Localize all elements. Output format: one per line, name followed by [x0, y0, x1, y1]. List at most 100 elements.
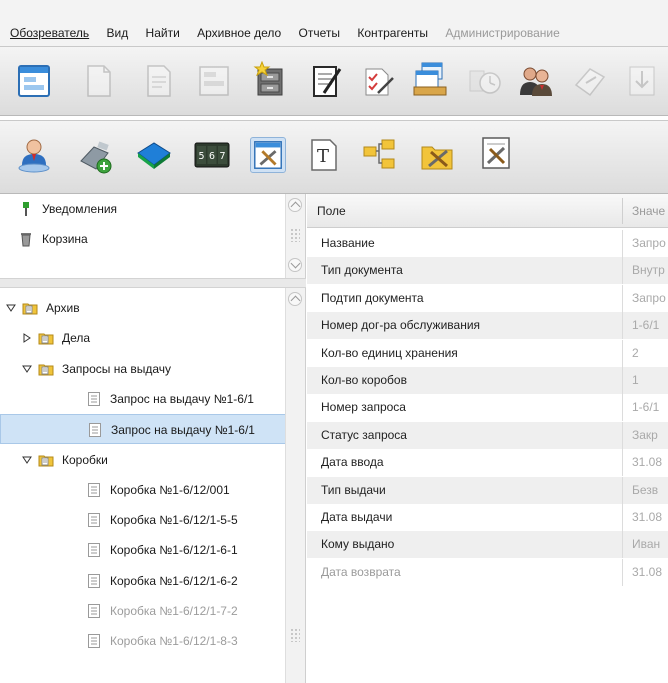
- scroll-grip-icon[interactable]: [290, 628, 300, 642]
- cell-separator: [622, 531, 623, 558]
- tree-item-label: Архив: [46, 301, 80, 315]
- tree-item[interactable]: Запросы на выдачу: [0, 354, 286, 384]
- top-pane-scrollbar[interactable]: [285, 194, 305, 278]
- pane-splitter[interactable]: [0, 278, 306, 288]
- field-value-cell[interactable]: 1-6/1: [632, 394, 659, 421]
- expand-caret-icon[interactable]: [6, 303, 16, 313]
- counter-digit: 7: [219, 151, 225, 162]
- menu-item-administration[interactable]: Администрирование: [445, 26, 559, 40]
- pin-icon: [18, 201, 34, 217]
- field-value-cell[interactable]: 2: [632, 340, 639, 367]
- tree-item-label: Запрос на выдачу №1-6/1: [111, 423, 255, 437]
- tree-item[interactable]: Дела: [0, 323, 286, 353]
- document-form-button[interactable]: [196, 63, 232, 99]
- table-row[interactable]: Название Запро: [307, 230, 668, 257]
- table-row[interactable]: Кол-во единиц хранения 2: [307, 340, 668, 367]
- download-button[interactable]: [624, 63, 660, 99]
- folder-tools-button[interactable]: [420, 137, 456, 173]
- document-lines-icon: [86, 633, 102, 649]
- table-row[interactable]: Номер запроса 1-6/1: [307, 394, 668, 421]
- menu-item-counterparties[interactable]: Контрагенты: [357, 26, 428, 40]
- tree-item[interactable]: Архив: [0, 293, 286, 323]
- table-row[interactable]: Кому выдано Иван: [307, 531, 668, 558]
- menu-item-find[interactable]: Найти: [146, 26, 180, 40]
- scroll-down-icon[interactable]: [288, 258, 302, 272]
- checklist-button[interactable]: [360, 63, 396, 99]
- tree-item[interactable]: Запрос на выдачу №1-6/1: [0, 384, 286, 414]
- scroll-up-icon[interactable]: [288, 292, 302, 306]
- column-header-field[interactable]: Поле: [317, 204, 346, 218]
- field-value-cell[interactable]: Внутр: [632, 257, 665, 284]
- scroll-up-icon[interactable]: [288, 198, 302, 212]
- counter-button[interactable]: 5 6 7: [194, 137, 230, 173]
- form-window-button[interactable]: [16, 63, 52, 99]
- document-tools-button[interactable]: [478, 135, 514, 171]
- text-template-button[interactable]: T: [306, 137, 342, 173]
- field-value-cell[interactable]: Безв: [632, 477, 658, 504]
- counter-icon: 5 6 7: [194, 142, 230, 168]
- tree-item[interactable]: Коробка №1-6/12/1-7-2: [0, 596, 286, 626]
- archive-cabinet-new-icon: [253, 61, 283, 96]
- field-value-cell[interactable]: 31.08: [632, 559, 662, 586]
- tree-item-label: Запрос на выдачу №1-6/1: [110, 392, 254, 406]
- folder-tree-button[interactable]: [362, 137, 398, 173]
- cell-separator: [622, 394, 623, 421]
- column-header-value[interactable]: Значе: [632, 204, 665, 218]
- field-value-cell[interactable]: 1-6/1: [632, 312, 659, 339]
- tree-item[interactable]: Коробка №1-6/12/1-6-2: [0, 566, 286, 596]
- menu-item-browser[interactable]: Обозреватель: [10, 26, 89, 40]
- expand-caret-icon[interactable]: [22, 455, 32, 465]
- table-row[interactable]: Подтип документа Запро: [307, 285, 668, 312]
- tree-item[interactable]: Запрос на выдачу №1-6/1: [0, 414, 286, 444]
- notepad-button[interactable]: [308, 63, 344, 99]
- user-badge-icon: [18, 139, 50, 173]
- scroll-grip-icon[interactable]: [290, 228, 300, 242]
- tree-item[interactable]: Коробка №1-6/12/001: [0, 475, 286, 505]
- menu-item-archive-work[interactable]: Архивное дело: [197, 26, 281, 40]
- forward-button[interactable]: [572, 63, 608, 99]
- field-value-cell[interactable]: Иван: [632, 531, 660, 558]
- field-name-cell: Статус запроса: [321, 428, 407, 442]
- tree-item[interactable]: Коробки: [0, 445, 286, 475]
- menu-item-view[interactable]: Вид: [106, 26, 128, 40]
- edit-document-button[interactable]: [140, 63, 176, 99]
- archive-cabinet-button[interactable]: [252, 61, 288, 97]
- table-row[interactable]: Дата выдачи 31.08: [307, 504, 668, 531]
- new-document-button[interactable]: [80, 63, 116, 99]
- table-row[interactable]: Статус запроса Закр: [307, 422, 668, 449]
- field-value-cell[interactable]: Запро: [632, 285, 666, 312]
- table-row[interactable]: Кол-во коробов 1: [307, 367, 668, 394]
- field-value-cell[interactable]: 31.08: [632, 504, 662, 531]
- field-value-cell[interactable]: Запро: [632, 230, 666, 257]
- tree-item[interactable]: Коробка №1-6/12/1-5-5: [0, 505, 286, 535]
- user-badge-button[interactable]: [16, 137, 52, 173]
- schedule-button[interactable]: [466, 63, 502, 99]
- tree-scrollbar[interactable]: [285, 288, 305, 683]
- column-separator[interactable]: [622, 198, 623, 224]
- table-row[interactable]: Тип документа Внутр: [307, 257, 668, 284]
- users-button[interactable]: [518, 63, 554, 99]
- books-button[interactable]: [136, 137, 172, 173]
- menu-item-reports[interactable]: Отчеты: [299, 26, 340, 40]
- field-value-cell[interactable]: 1: [632, 367, 639, 394]
- books-icon: [137, 142, 171, 169]
- tree-item[interactable]: Коробка №1-6/12/1-8-3: [0, 626, 286, 656]
- tree-item-trash[interactable]: Корзина: [0, 224, 286, 254]
- collapse-caret-icon[interactable]: [22, 333, 32, 343]
- cell-separator: [622, 312, 623, 339]
- table-row[interactable]: Дата возврата 31.08: [307, 559, 668, 586]
- table-row[interactable]: Тип выдачи Безв: [307, 477, 668, 504]
- blank-document-icon: [87, 65, 111, 97]
- field-value-cell[interactable]: Закр: [632, 422, 658, 449]
- field-name-cell: Дата выдачи: [321, 510, 393, 524]
- tree-item-notifications[interactable]: Уведомления: [0, 194, 286, 224]
- connector-button[interactable]: [78, 139, 114, 175]
- tree-item[interactable]: Коробка №1-6/12/1-6-1: [0, 535, 286, 565]
- window-stack-button[interactable]: [412, 61, 448, 97]
- table-row[interactable]: Дата ввода 31.08: [307, 449, 668, 476]
- field-name-cell: Кол-во коробов: [321, 373, 407, 387]
- table-row[interactable]: Номер дог-ра обслуживания 1-6/1: [307, 312, 668, 339]
- expand-caret-icon[interactable]: [22, 364, 32, 374]
- tools-window-button[interactable]: [250, 137, 286, 173]
- field-value-cell[interactable]: 31.08: [632, 449, 662, 476]
